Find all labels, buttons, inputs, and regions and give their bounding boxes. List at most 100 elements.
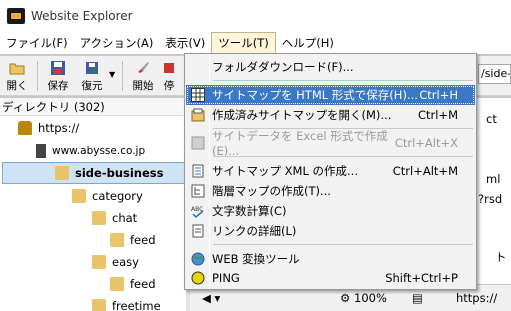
tree-item-label: feed — [130, 277, 156, 291]
menu-item-label: 階層マップの作成(T)... — [212, 184, 331, 198]
tree-item-label: easy — [112, 255, 139, 269]
menu-item-export-excel[interactable]: サイトデータを Excel 形式で作成(E)... Ctrl+Alt+X — [186, 129, 475, 158]
restore-button[interactable]: 復元 — [75, 56, 109, 96]
open-button[interactable]: 開く — [0, 56, 34, 96]
grid-table-icon — [190, 87, 206, 103]
xml-doc-icon — [190, 163, 206, 179]
tree-item-label: www.abysse.co.jp — [52, 145, 146, 157]
menu-item-shortcut: Ctrl+M — [417, 108, 458, 122]
tree-item-label: category — [92, 189, 143, 203]
back-arrow-icon[interactable]: ◀ ▾ — [202, 291, 220, 305]
link-detail-icon — [190, 223, 206, 239]
menu-item-label: サイトマップを HTML 形式で保存(H)... — [212, 88, 418, 102]
hierarchy-map-icon — [190, 183, 206, 199]
tree-item-freetime[interactable]: freetime — [92, 295, 161, 311]
save-button-label: 保存 — [47, 80, 69, 92]
menu-item-open-sitemap[interactable]: 作成済みサイトマップを開く(M)... Ctrl+M — [186, 105, 475, 125]
directory-tree-panel: ディレクトリ (302) https:// www.abysse.co.jp s… — [0, 98, 186, 311]
tree-item-chat[interactable]: chat — [92, 207, 137, 229]
zoom-icon[interactable]: ⚙ — [340, 291, 350, 305]
stop-icon — [164, 63, 174, 73]
menu-item-shortcut: Ctrl+Alt+X — [394, 136, 458, 150]
page-icon — [36, 144, 46, 158]
page-icon[interactable]: ▤ — [412, 291, 423, 305]
title-bar: Website Explorer — [0, 0, 511, 32]
start-button[interactable]: 開始 — [126, 56, 160, 96]
menu-file[interactable]: ファイル(F) — [0, 32, 74, 54]
ping-circle-icon — [190, 270, 206, 286]
menu-item-link-details[interactable]: リンクの詳細(L) — [186, 221, 475, 241]
menu-item-label: 文字数計算(C) — [212, 204, 287, 218]
address-prefix[interactable]: https:// — [456, 291, 497, 305]
folder-icon — [92, 211, 106, 225]
folder-icon — [110, 233, 124, 247]
content-fragment: ct — [486, 112, 497, 126]
tree-item-feed[interactable]: feed — [110, 273, 156, 295]
window-title: Website Explorer — [31, 9, 133, 23]
tree-item-feed[interactable]: feed — [110, 229, 156, 251]
menu-help[interactable]: ヘルプ(H) — [276, 32, 340, 54]
tree-item-label: chat — [112, 211, 138, 225]
tree-header: ディレクトリ (302) — [0, 98, 186, 116]
menu-item-folder-download[interactable]: フォルダダウンロード(F)... — [186, 57, 475, 77]
save-disk-icon — [51, 61, 65, 75]
app-logo-icon — [7, 8, 25, 24]
tree-item-label: https:// — [38, 121, 80, 135]
tree-item-easy[interactable]: easy — [92, 251, 139, 273]
restore-dropdown-arrow[interactable]: ▼ — [109, 56, 119, 95]
menu-item-shortcut: Ctrl+H — [419, 88, 458, 102]
tree-item-label: feed — [130, 233, 156, 247]
tree-item-host[interactable]: www.abysse.co.jp — [36, 140, 145, 162]
menu-separator — [213, 244, 473, 245]
menu-tools[interactable]: ツール(T) — [211, 32, 276, 54]
save-button[interactable]: 保存 — [41, 56, 75, 96]
menu-bar: ファイル(F) アクション(A) 表示(V) ツール(T) ヘルプ(H) — [0, 32, 511, 54]
folder-icon — [92, 255, 106, 269]
menu-item-ping[interactable]: PING Shift+Ctrl+P — [186, 268, 475, 288]
open-button-label: 開く — [6, 80, 28, 92]
tree-item-label: side-business — [75, 166, 164, 180]
tree-item-label: freetime — [112, 299, 161, 311]
menu-item-label: PING — [212, 271, 240, 285]
content-fragment: ?rsd — [478, 192, 503, 206]
tree-item-category[interactable]: category — [72, 185, 143, 207]
menu-item-hierarchy-map[interactable]: 階層マップの作成(T)... — [186, 181, 475, 201]
tree-item-side-business[interactable]: side-business — [2, 162, 186, 184]
tree-item-https[interactable]: https:// — [18, 117, 79, 139]
zoom-level[interactable]: 100% — [354, 291, 387, 305]
folder-icon — [110, 277, 124, 291]
menu-item-label: サイトマップ XML の作成... — [212, 164, 358, 178]
menu-item-shortcut: Shift+Ctrl+P — [385, 271, 458, 285]
menu-action[interactable]: アクション(A) — [74, 32, 160, 54]
stop-button[interactable]: 停 — [160, 56, 178, 96]
lock-icon — [18, 121, 32, 135]
toolbar-divider — [37, 61, 38, 91]
blank-icon — [190, 59, 206, 75]
folder-icon — [72, 189, 86, 203]
menu-item-label: サイトデータを Excel 形式で作成(E)... — [212, 129, 388, 158]
globe-icon — [190, 251, 206, 267]
menu-item-label: フォルダダウンロード(F)... — [212, 60, 354, 74]
menu-item-label: リンクの詳細(L) — [212, 224, 297, 238]
menu-item-save-sitemap-html[interactable]: サイトマップを HTML 形式で保存(H)... Ctrl+H — [186, 85, 475, 105]
toolbar-divider — [122, 61, 123, 91]
folder-icon — [92, 299, 106, 311]
content-fragment: ト — [495, 250, 507, 264]
menu-separator — [213, 80, 473, 81]
restore-icon — [86, 62, 98, 74]
excel-icon — [190, 135, 206, 151]
menu-item-web-convert[interactable]: WEB 変換ツール — [186, 249, 475, 269]
open-folder-icon — [9, 63, 25, 75]
menu-item-sitemap-xml[interactable]: サイトマップ XML の作成... Ctrl+Alt+M — [186, 161, 475, 181]
start-button-label: 開始 — [132, 80, 154, 92]
char-count-icon: ABC — [190, 203, 206, 219]
menu-view[interactable]: 表示(V) — [159, 32, 211, 54]
menu-item-char-count[interactable]: ABC 文字数計算(C) — [186, 201, 475, 221]
stop-button-label: 停 — [163, 80, 175, 92]
start-rocket-icon — [138, 62, 149, 73]
menu-separator — [213, 156, 473, 157]
address-field[interactable]: /side- — [478, 64, 511, 84]
menu-item-label: WEB 変換ツール — [212, 252, 300, 266]
menu-item-label: 作成済みサイトマップを開く(M)... — [212, 108, 392, 122]
open-sitemap-icon — [190, 107, 206, 123]
